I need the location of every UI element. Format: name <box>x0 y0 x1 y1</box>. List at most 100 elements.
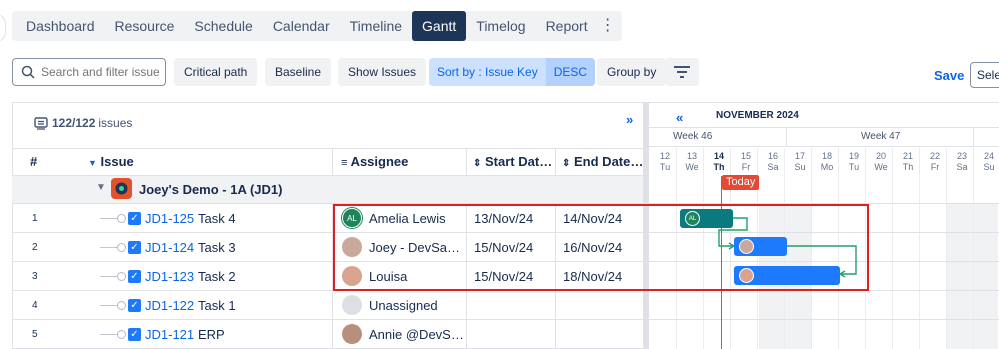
tab-schedule[interactable]: Schedule <box>184 11 262 41</box>
sort-control[interactable]: Sort by : Issue Key DESC <box>429 58 596 86</box>
day-number: 22 <box>929 151 940 161</box>
issue-summary: Task 2 <box>198 269 236 284</box>
issues-count-value: 122/122 <box>52 116 96 130</box>
issue-key-link[interactable]: JD1-125 <box>145 211 194 226</box>
today-badge: Today <box>722 175 760 190</box>
col-header-end[interactable]: ⇕ End Date… <box>562 148 643 176</box>
search-input[interactable] <box>41 65 161 79</box>
assignee-name: Annie @DevS… <box>369 327 464 342</box>
project-icon <box>111 178 132 199</box>
chevron-down-icon[interactable]: ▼ <box>96 182 106 193</box>
group-row[interactable] <box>12 176 643 204</box>
side-panel-toggle[interactable] <box>0 14 6 42</box>
row-number: 2 <box>32 242 38 253</box>
day-number: 13 <box>686 151 697 161</box>
sort-arrows-icon: ⇕ <box>473 158 482 169</box>
day-of-week: We <box>874 162 888 172</box>
sort-direction-button[interactable]: DESC <box>545 58 596 86</box>
issue-key-link[interactable]: JD1-124 <box>145 240 194 255</box>
tab-timeline[interactable]: Timeline <box>340 11 412 41</box>
week-label: Week 46 <box>673 131 713 142</box>
weekend-shade <box>946 204 972 349</box>
day-label: 19 Tu <box>841 151 867 173</box>
critical-path-button[interactable]: Critical path <box>174 58 258 86</box>
day-of-week: Th <box>713 162 725 172</box>
day-of-week: Fr <box>930 162 940 172</box>
sort-by-button[interactable]: Sort by : Issue Key <box>429 58 546 86</box>
week-divider <box>973 127 974 147</box>
save-button[interactable]: Save <box>934 68 964 83</box>
task-type-icon: ✓ <box>128 270 141 283</box>
issue-summary: ERP <box>198 327 225 342</box>
col-header-issue-label: Issue <box>100 154 134 169</box>
col-header-assignee[interactable]: ≡ Assignee <box>341 148 408 176</box>
day-number: 20 <box>875 151 886 161</box>
day-label: 21 Th <box>895 151 921 173</box>
task-type-icon: ✓ <box>128 328 141 341</box>
tab-calendar[interactable]: Calendar <box>263 11 340 41</box>
filter-icon <box>674 66 690 78</box>
avatar <box>342 324 362 344</box>
tree-connector <box>100 276 118 277</box>
show-issues-button[interactable]: Show Issues <box>338 58 427 86</box>
day-of-week: We <box>685 162 699 172</box>
tab-gantt[interactable]: Gantt <box>412 11 467 41</box>
weekend-shade <box>972 204 998 349</box>
day-label: 22 Fr <box>922 151 948 173</box>
highlight-box <box>333 204 869 291</box>
tab-report[interactable]: Report <box>536 11 598 41</box>
row-number: 4 <box>32 300 38 311</box>
group-by-button[interactable]: Group by <box>597 58 667 86</box>
task-type-icon: ✓ <box>128 299 141 312</box>
day-label: 24 Su <box>976 151 999 173</box>
baseline-button[interactable]: Baseline <box>265 58 332 86</box>
day-of-week: Tu <box>659 162 671 172</box>
day-label: 15 Fr <box>733 151 759 173</box>
tab-dashboard[interactable]: Dashboard <box>16 11 105 41</box>
col-header-start[interactable]: ⇕ Start Dat… <box>473 148 552 176</box>
day-of-week: Tu <box>848 162 860 172</box>
day-number: 15 <box>740 151 751 161</box>
tree-node-icon <box>117 214 126 223</box>
view-select[interactable]: Sele <box>970 62 999 88</box>
issue-summary: Task 1 <box>198 298 236 313</box>
day-number: 16 <box>767 151 778 161</box>
col-header-num: # <box>30 154 38 169</box>
day-of-week: Sa <box>956 162 968 172</box>
issue-key-link[interactable]: JD1-123 <box>145 269 194 284</box>
timeline-month: NOVEMBER 2024 <box>716 110 799 121</box>
day-label: 13 We <box>679 151 705 173</box>
issue-summary: Task 4 <box>198 211 236 226</box>
col-header-issue[interactable]: ▼ Issue <box>88 148 134 176</box>
day-label: 20 We <box>868 151 894 173</box>
day-number: 14 <box>713 151 724 161</box>
day-label: 23 Sa <box>949 151 975 173</box>
day-label: 16 Sa <box>760 151 786 173</box>
row-number: 5 <box>32 329 38 340</box>
more-icon[interactable]: ⋮ <box>598 11 618 41</box>
issue-key-link[interactable]: JD1-122 <box>145 298 194 313</box>
issues-count-label: issues <box>98 116 133 130</box>
sort-arrows-icon: ⇕ <box>562 158 571 169</box>
day-number: 21 <box>902 151 913 161</box>
expand-grid-icon[interactable]: » <box>626 112 633 127</box>
sort-desc-icon: ▼ <box>88 158 97 168</box>
col-header-end-label: End Date… <box>574 154 644 169</box>
day-number: 23 <box>956 151 967 161</box>
filter-button[interactable] <box>665 58 699 86</box>
tree-node-icon <box>117 272 126 281</box>
task-type-icon: ✓ <box>128 212 141 225</box>
day-of-week: Su <box>794 162 806 172</box>
timeline-back-icon[interactable]: « <box>676 110 683 125</box>
tree-connector <box>100 218 118 219</box>
group-title: Joey's Demo - 1A (JD1) <box>139 182 283 197</box>
col-header-assignee-label: Assignee <box>350 154 409 169</box>
issues-counter: 122/122 issues <box>34 116 132 130</box>
search-box[interactable] <box>12 58 166 86</box>
day-number: 24 <box>983 151 994 161</box>
tab-timelog[interactable]: Timelog <box>466 11 535 41</box>
day-number: 17 <box>794 151 805 161</box>
issue-key-link[interactable]: JD1-121 <box>145 327 194 342</box>
tab-resource[interactable]: Resource <box>105 11 185 41</box>
row-number: 3 <box>32 271 38 282</box>
